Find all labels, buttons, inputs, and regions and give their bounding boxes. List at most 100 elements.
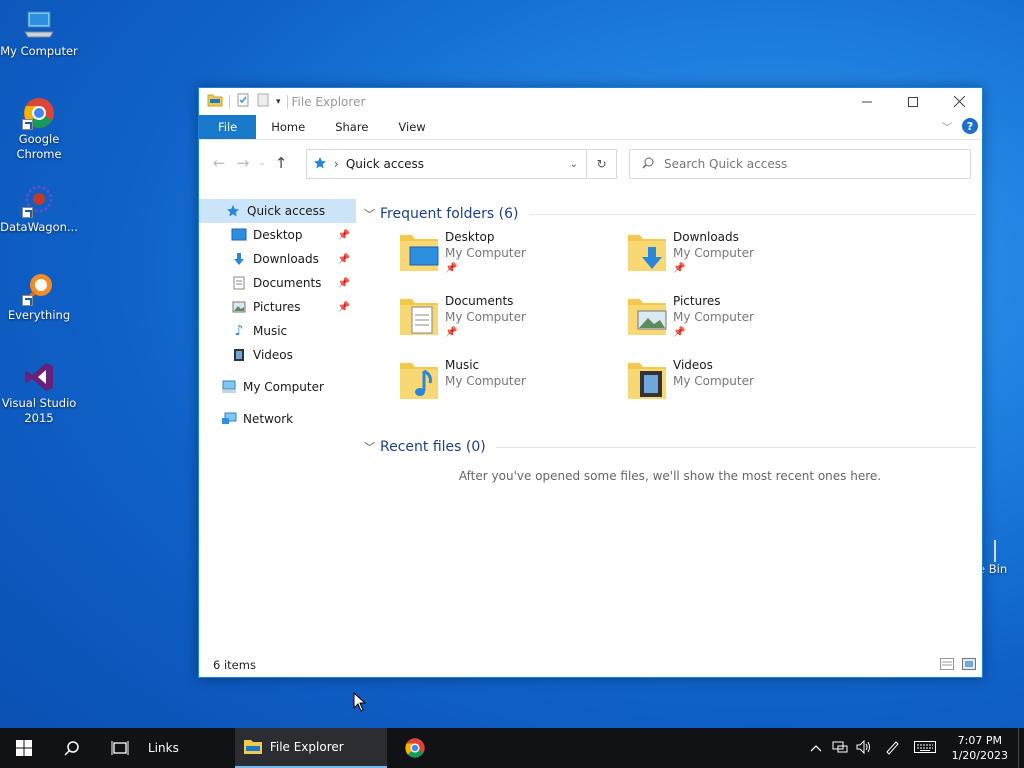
chrome-icon xyxy=(22,96,56,130)
pin-icon[interactable]: 📌 xyxy=(338,254,350,265)
chevron-down-icon[interactable]: ﹀ xyxy=(364,439,380,455)
tab-home[interactable]: Home xyxy=(256,115,320,139)
folder-tile-music[interactable]: Music My Computer xyxy=(398,357,618,417)
back-arrow-icon[interactable]: ← xyxy=(207,154,231,172)
tab-share[interactable]: Share xyxy=(320,115,383,139)
address-input[interactable]: › Quick access ⌄ xyxy=(306,149,587,179)
desktop-icon-my-computer[interactable]: My Computer xyxy=(0,8,78,59)
folder-tile-desktop[interactable]: Desktop My Computer 📌 xyxy=(398,229,618,289)
pin-icon[interactable]: 📌 xyxy=(338,302,350,313)
nav-item-desktop[interactable]: Desktop 📌 xyxy=(199,223,356,247)
everything-icon xyxy=(22,272,56,306)
address-dropdown-icon[interactable]: ⌄ xyxy=(570,159,578,170)
new-folder-icon[interactable] xyxy=(256,93,270,110)
folder-location: My Computer xyxy=(445,374,526,388)
computer-icon xyxy=(22,8,56,42)
touch-keyboard-icon[interactable] xyxy=(908,740,942,756)
folder-name: Documents xyxy=(445,294,514,308)
task-view-button[interactable] xyxy=(96,728,144,768)
folder-name: Desktop xyxy=(445,230,495,244)
folder-pictures-icon xyxy=(626,293,668,337)
clock[interactable]: 7:07 PM 1/20/2023 xyxy=(942,733,1018,763)
nav-item-videos[interactable]: Videos xyxy=(199,343,356,367)
network-icon xyxy=(221,411,237,427)
large-icons-view-icon[interactable] xyxy=(962,658,976,673)
nav-item-pictures[interactable]: Pictures 📌 xyxy=(199,295,356,319)
forward-arrow-icon[interactable]: → xyxy=(231,154,255,172)
datawagon-icon xyxy=(22,184,56,218)
folder-location: My Computer xyxy=(445,246,526,260)
nav-label: Network xyxy=(243,412,294,426)
nav-item-downloads[interactable]: Downloads 📌 xyxy=(199,247,356,271)
chevron-down-icon[interactable]: ﹀ xyxy=(364,206,380,222)
group-divider xyxy=(495,446,976,448)
item-count: 6 items xyxy=(213,658,256,672)
search-input[interactable]: Search Quick access xyxy=(629,149,971,179)
qat-divider xyxy=(286,94,288,109)
taskbar-app-label: File Explorer xyxy=(269,740,344,754)
file-explorer-window[interactable]: ▾ File Explorer File Home Share View ﹀ ?… xyxy=(198,87,983,678)
pin-icon[interactable]: 📌 xyxy=(338,278,350,289)
help-icon[interactable]: ? xyxy=(962,118,978,134)
volume-icon[interactable] xyxy=(852,739,876,757)
folder-tile-videos[interactable]: Videos My Computer xyxy=(626,357,846,417)
up-arrow-icon[interactable]: ↑ xyxy=(269,154,293,172)
folder-name: Videos xyxy=(673,358,713,372)
qat-dropdown-icon[interactable]: ▾ xyxy=(276,97,281,107)
ribbon-tabs: File Home Share View ﹀ ? xyxy=(199,115,982,140)
folder-name: Downloads xyxy=(673,230,739,244)
desktop-icon-datawagon[interactable]: DataWagon... xyxy=(0,184,78,235)
nav-item-my-computer[interactable]: My Computer xyxy=(199,375,356,399)
clock-time: 7:07 PM xyxy=(957,734,1002,747)
folder-documents-icon xyxy=(398,293,440,337)
folder-tile-downloads[interactable]: Downloads My Computer 📌 xyxy=(626,229,846,289)
recycle-bin-icon xyxy=(986,540,996,562)
pen-workspace-icon[interactable] xyxy=(876,739,908,758)
properties-icon[interactable] xyxy=(236,93,250,110)
nav-label: Pictures xyxy=(253,300,301,314)
desktop-icon-chrome[interactable]: Google Chrome xyxy=(0,96,78,162)
minimize-button[interactable] xyxy=(844,88,890,115)
folder-videos-icon xyxy=(626,357,668,401)
recent-locations-icon[interactable]: ⌄ xyxy=(255,158,269,168)
quick-access-star-icon xyxy=(313,156,327,173)
folder-tile-documents[interactable]: Documents My Computer 📌 xyxy=(398,293,618,353)
links-toolbar[interactable]: Links xyxy=(144,728,191,768)
group-divider xyxy=(528,213,976,215)
folder-location: My Computer xyxy=(673,246,754,260)
network-status-icon[interactable] xyxy=(828,740,852,757)
nav-item-quick-access[interactable]: Quick access xyxy=(199,199,356,223)
folder-tile-pictures[interactable]: Pictures My Computer 📌 xyxy=(626,293,846,353)
search-icon xyxy=(642,157,654,172)
windows-logo-icon xyxy=(16,740,32,756)
show-desktop-button[interactable] xyxy=(1018,728,1024,768)
tab-file[interactable]: File xyxy=(199,115,257,139)
desktop-icon-label: My Computer xyxy=(0,44,78,58)
taskbar-file-explorer[interactable]: File Explorer xyxy=(234,728,387,768)
folder-downloads-icon xyxy=(626,229,668,273)
title-bar[interactable]: ▾ File Explorer xyxy=(199,88,982,115)
desktop-icon-visual-studio[interactable]: Visual Studio 2015 xyxy=(0,360,78,426)
folder-app-icon xyxy=(207,93,223,110)
pin-icon: 📌 xyxy=(673,263,686,274)
nav-item-music[interactable]: ♪ Music xyxy=(199,319,356,343)
expand-ribbon-icon[interactable]: ﹀ xyxy=(942,119,952,134)
show-hidden-icons-icon[interactable] xyxy=(804,741,828,755)
desktop-icon-everything[interactable]: Everything xyxy=(0,272,78,323)
close-button[interactable] xyxy=(936,88,982,115)
task-view-icon xyxy=(111,741,129,755)
address-path[interactable]: Quick access xyxy=(346,157,424,171)
start-button[interactable] xyxy=(0,728,48,768)
taskbar-chrome[interactable] xyxy=(387,728,443,768)
status-bar: 6 items xyxy=(199,653,982,677)
nav-item-network[interactable]: Network xyxy=(199,407,356,431)
frequent-folders-header[interactable]: ﹀ Frequent folders (6) xyxy=(364,201,976,227)
search-button[interactable] xyxy=(48,728,96,768)
maximize-button[interactable] xyxy=(890,88,936,115)
refresh-button[interactable]: ↻ xyxy=(587,149,617,179)
nav-item-documents[interactable]: Documents 📌 xyxy=(199,271,356,295)
recent-files-header[interactable]: ﹀ Recent files (0) xyxy=(364,434,976,460)
details-view-icon[interactable] xyxy=(940,658,954,673)
pin-icon[interactable]: 📌 xyxy=(338,230,350,241)
tab-view[interactable]: View xyxy=(383,115,440,139)
